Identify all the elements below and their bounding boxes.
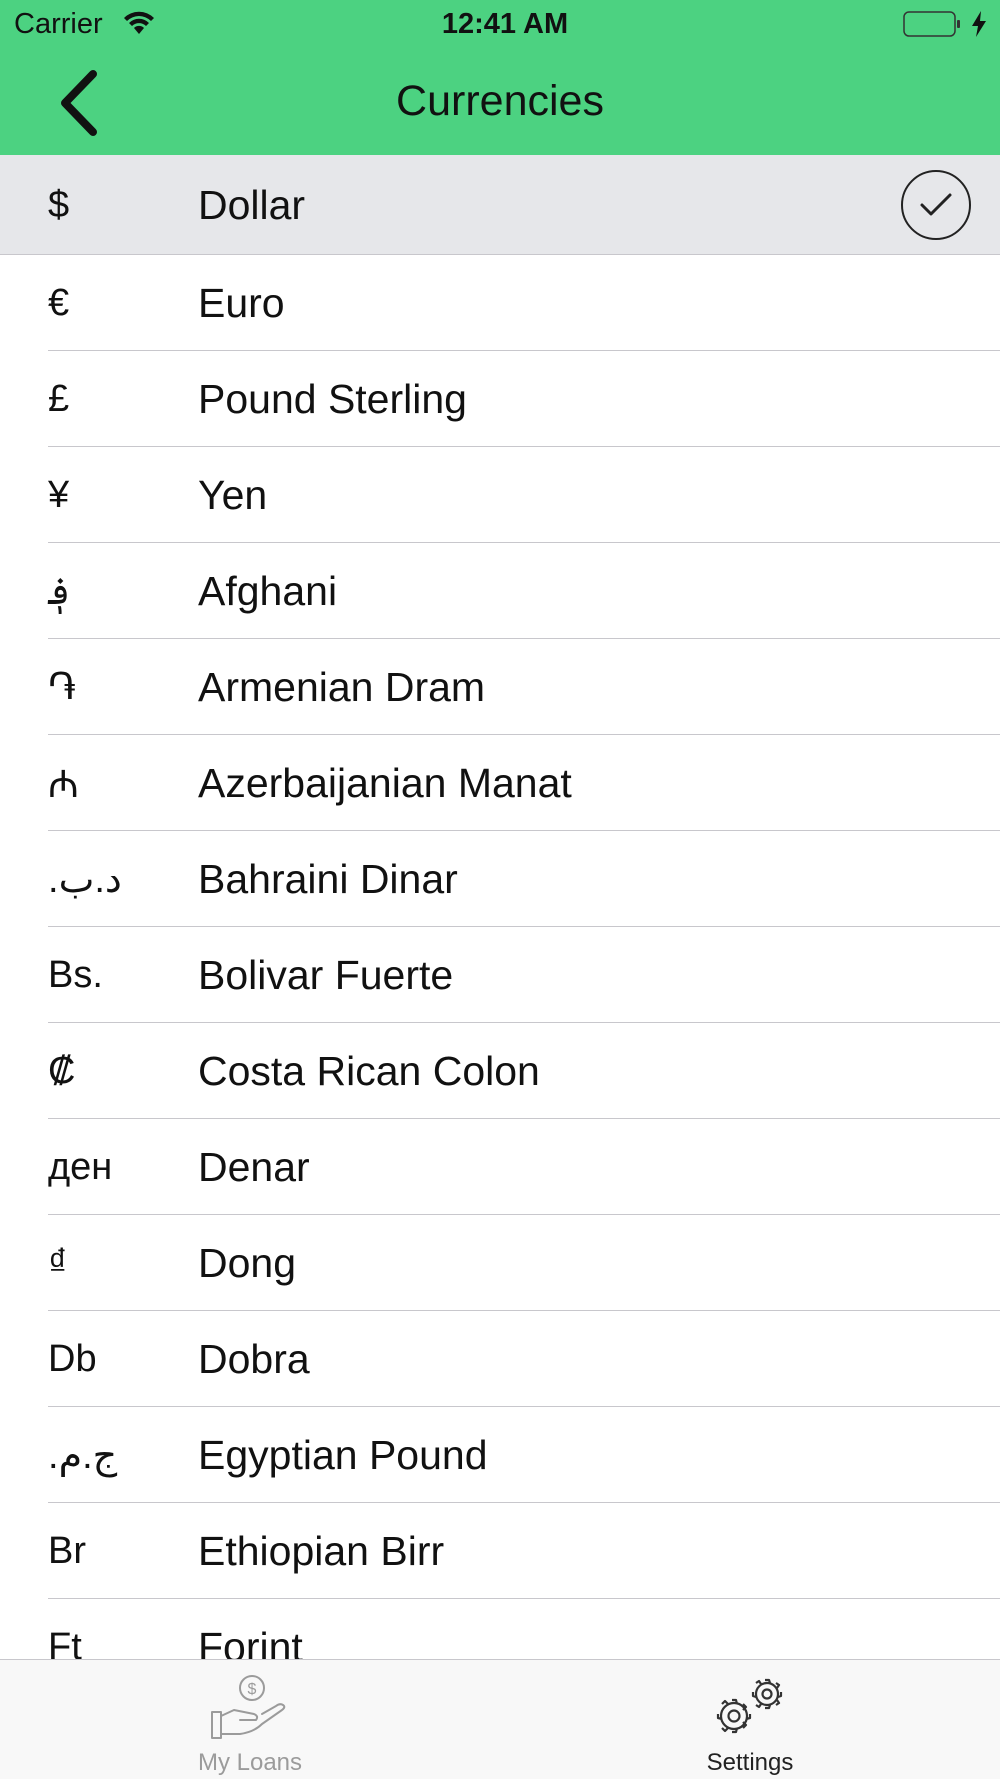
header: Carrier 12:41 AM Currencies [0, 0, 1000, 155]
battery-icon [903, 11, 960, 37]
currency-name: Bolivar Fuerte [198, 951, 454, 998]
navigation-bar: Currencies [0, 50, 1000, 155]
checkmark-icon [901, 170, 971, 240]
currency-name: Azerbaijanian Manat [198, 759, 572, 806]
currency-name: Afghani [198, 567, 338, 614]
currency-symbol: ден [48, 1145, 113, 1188]
tab-my-loans[interactable]: $ My Loans [0, 1660, 500, 1779]
currency-row[interactable]: ֏ Armenian Dram [0, 639, 1000, 735]
page-title: Currencies [396, 77, 604, 125]
currency-symbol: ؋ [48, 570, 71, 613]
currency-row[interactable]: $ Dollar [0, 155, 1000, 255]
currency-name: Dong [198, 1239, 297, 1286]
currency-name: Denar [198, 1143, 310, 1190]
currency-name: Yen [198, 471, 268, 518]
currency-name: Costa Rican Colon [198, 1047, 540, 1094]
currency-symbol: ֏ [48, 665, 76, 708]
currency-symbol: ¥ [48, 473, 70, 516]
currency-row[interactable]: Db Dobra [0, 1311, 1000, 1407]
currency-row[interactable]: ден Denar [0, 1119, 1000, 1215]
currency-row[interactable]: ₼ Azerbaijanian Manat [0, 735, 1000, 831]
tab-label: My Loans [197, 1749, 303, 1776]
currency-row[interactable]: € Euro [0, 255, 1000, 351]
currency-name: Pound Sterling [198, 375, 467, 422]
currency-symbol: .ج.م [48, 1434, 118, 1477]
currency-row[interactable]: .ج.م Egyptian Pound [0, 1407, 1000, 1503]
currency-symbol: Bs. [48, 953, 103, 996]
currency-symbol: € [48, 281, 70, 324]
currency-name: Euro [198, 279, 285, 326]
currency-symbol: Db [48, 1337, 97, 1380]
currency-row[interactable]: .د.ب Bahraini Dinar [0, 831, 1000, 927]
hand-money-icon: $ [211, 1675, 286, 1739]
currency-name: Egyptian Pound [198, 1431, 488, 1478]
tab-bar: $ My Loans Settings [0, 1659, 1000, 1779]
currency-name: Bahraini Dinar [198, 855, 458, 902]
currency-row[interactable]: £ Pound Sterling [0, 351, 1000, 447]
currency-symbol: ₫ [48, 1241, 68, 1284]
currency-name: Forint [198, 1623, 303, 1660]
tab-settings[interactable]: Settings [500, 1660, 1000, 1779]
svg-text:$: $ [248, 1681, 257, 1698]
currency-name: Ethiopian Birr [198, 1527, 445, 1574]
currency-name: Armenian Dram [198, 663, 486, 710]
currency-row[interactable]: ₫ Dong [0, 1215, 1000, 1311]
currency-row[interactable]: Ft Forint [0, 1599, 1000, 1660]
currency-row[interactable]: ¥ Yen [0, 447, 1000, 543]
currency-row[interactable]: ؋ Afghani [0, 543, 1000, 639]
currency-list: $ Dollar € Euro £ Pound Sterling ¥ Yen ؋… [0, 155, 1000, 1659]
currency-symbol: Br [48, 1529, 86, 1572]
currency-symbol: Ft [48, 1625, 82, 1660]
currency-symbol: .د.ب [48, 858, 122, 901]
currency-symbol: £ [48, 377, 70, 420]
charging-bolt-icon [972, 11, 986, 37]
currency-row[interactable]: Br Ethiopian Birr [0, 1503, 1000, 1599]
currency-symbol: ₼ [48, 764, 79, 806]
status-bar: Carrier 12:41 AM [0, 0, 1000, 50]
currency-name: Dobra [198, 1335, 310, 1382]
currency-row[interactable]: ₡ Costa Rican Colon [0, 1023, 1000, 1119]
currency-row[interactable]: Bs. Bolivar Fuerte [0, 927, 1000, 1023]
currency-name: Dollar [198, 181, 306, 228]
gears-icon [716, 1678, 783, 1734]
currency-symbol: ₡ [48, 1049, 76, 1092]
status-time: 12:41 AM [441, 8, 569, 40]
currency-symbol: $ [48, 183, 70, 226]
tab-label: Settings [706, 1749, 794, 1776]
